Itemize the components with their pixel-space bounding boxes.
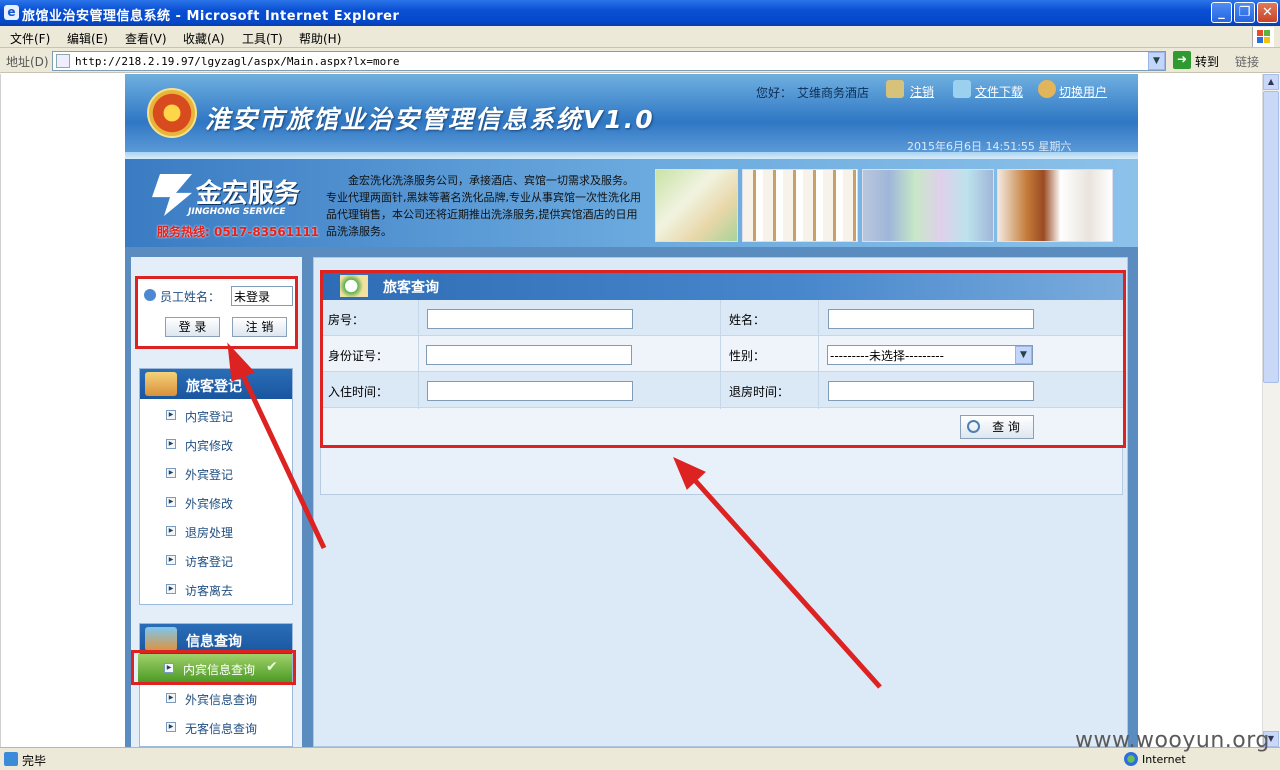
status-text: 完毕: [22, 754, 47, 768]
annotation-arrows: [227, 342, 882, 689]
watermark: www.wooyun.org: [1075, 728, 1270, 753]
arrowhead-login: [227, 342, 255, 382]
page-done-icon: [4, 752, 18, 766]
security-zone: Internet: [1142, 753, 1186, 766]
arrow-line-login: [237, 367, 327, 550]
arrow-line-search: [690, 475, 882, 689]
globe-icon: [1124, 752, 1138, 766]
